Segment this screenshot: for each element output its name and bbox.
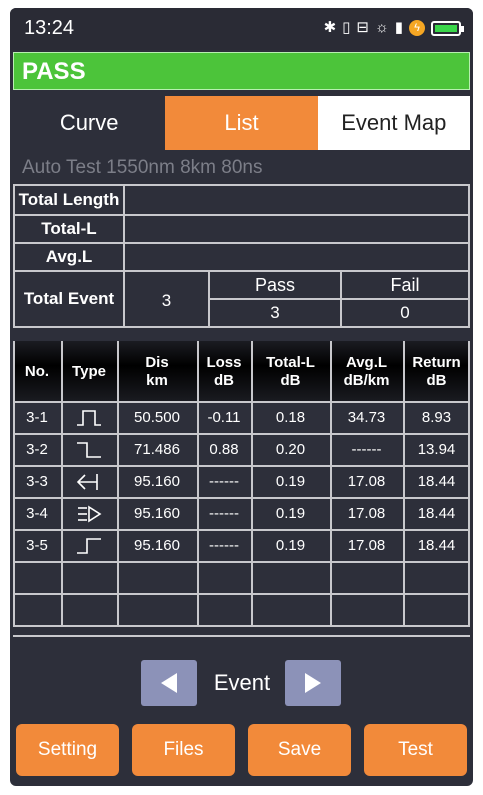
column-header-no: No.: [24, 363, 50, 380]
flashlight-icon: ▯: [342, 19, 351, 36]
total-event-value: 3: [161, 291, 172, 310]
cell-avg-loss: 17.08: [347, 473, 386, 490]
result-banner: PASS: [13, 52, 470, 90]
tab-event-map[interactable]: Event Map: [317, 96, 470, 150]
cell-return-loss: 18.44: [417, 473, 456, 490]
start-arrow-icon: [61, 467, 117, 497]
status-icons: ✱ ▯ ⊟ ☼ ▮ ϟ: [323, 19, 464, 37]
cell-total-loss: 0.20: [275, 441, 306, 458]
cell-return-loss: 13.94: [417, 441, 456, 458]
event-nav-label: Event: [213, 670, 271, 695]
total-length-label: Total Length: [18, 190, 120, 209]
cell-avg-loss: 17.08: [347, 537, 386, 554]
grid-line: [13, 625, 470, 627]
grid-line: [13, 593, 470, 595]
cell-distance: 95.160: [134, 473, 180, 490]
view-tabs: Curve List Event Map: [13, 96, 470, 150]
avg-loss-label: Avg.L: [45, 247, 93, 266]
cell-total-loss: 0.19: [275, 473, 306, 490]
cell-no: 3-4: [26, 505, 48, 522]
laser-icon: ☼: [374, 19, 389, 36]
next-event-button[interactable]: [285, 660, 341, 706]
cell-total-loss: 0.18: [275, 409, 306, 426]
column-header-avg-loss: Avg.L dB/km: [343, 354, 390, 389]
fiber-end-icon: [61, 435, 117, 465]
cell-distance: 95.160: [134, 537, 180, 554]
total-loss-label: Total-L: [41, 219, 97, 238]
cell-distance: 50.500: [134, 409, 180, 426]
status-bar: 13:24 ✱ ▯ ⊟ ☼ ▮ ϟ: [10, 8, 473, 50]
otdr-screen: 13:24 ✱ ▯ ⊟ ☼ ▮ ϟ PASS Curve List Event …: [10, 8, 473, 786]
grid-line: [13, 326, 470, 328]
cell-loss: ------: [209, 505, 239, 522]
charging-icon: ϟ: [409, 20, 425, 36]
reflective-event-icon: [61, 403, 117, 433]
fail-label: Fail: [390, 275, 420, 295]
gain-event-icon: [61, 531, 117, 561]
pass-count: 3: [270, 303, 280, 322]
pass-label: Pass: [254, 275, 296, 295]
event-navigator: Event: [10, 660, 473, 706]
clock: 13:24: [24, 17, 75, 39]
cell-loss: ------: [209, 537, 239, 554]
cell-no: 3-3: [26, 473, 48, 490]
cell-no: 3-1: [26, 409, 48, 426]
grid-line: [468, 184, 470, 328]
files-button[interactable]: Files: [132, 724, 235, 776]
column-header-distance: Dis km: [145, 354, 169, 389]
tab-list[interactable]: List: [165, 96, 318, 150]
cell-avg-loss: 34.73: [347, 409, 386, 426]
tab-curve[interactable]: Curve: [13, 96, 166, 150]
test-button[interactable]: Test: [364, 724, 467, 776]
cell-distance: 71.486: [134, 441, 180, 458]
cell-avg-loss: 17.08: [347, 505, 386, 522]
triangle-right-icon: [305, 673, 321, 693]
column-header-return-loss: Return dB: [412, 354, 461, 389]
fail-count: 0: [400, 303, 410, 322]
cell-loss: 0.88: [209, 441, 239, 458]
cell-return-loss: 18.44: [417, 505, 456, 522]
cell-return-loss: 8.93: [421, 409, 452, 426]
cell-total-loss: 0.19: [275, 537, 306, 554]
sd-card-icon: ▮: [394, 19, 403, 36]
column-header-loss: Loss dB: [206, 354, 242, 389]
triangle-left-icon: [161, 673, 177, 693]
cell-distance: 95.160: [134, 505, 180, 522]
previous-event-button[interactable]: [141, 660, 197, 706]
test-parameters: Auto Test 1550nm 8km 80ns: [22, 157, 263, 178]
column-header-total-loss: Total-L dB: [266, 354, 315, 389]
bluetooth-icon: ✱: [323, 19, 337, 36]
grid-line: [13, 561, 470, 563]
cell-no: 3-2: [26, 441, 48, 458]
total-event-label: Total Event: [23, 289, 115, 308]
battery-icon: [431, 20, 464, 36]
cell-total-loss: 0.19: [275, 505, 306, 522]
end-arrow-icon: [61, 499, 117, 529]
cell-avg-loss: ------: [351, 441, 382, 458]
cell-loss: -0.11: [207, 409, 241, 426]
column-header-type: Type: [72, 363, 106, 380]
cell-no: 3-5: [26, 537, 48, 554]
cell-return-loss: 18.44: [417, 537, 456, 554]
cell-loss: ------: [209, 473, 239, 490]
usb-icon: ⊟: [356, 19, 369, 36]
grid-line: [13, 635, 470, 637]
save-button[interactable]: Save: [248, 724, 351, 776]
setting-button[interactable]: Setting: [16, 724, 119, 776]
